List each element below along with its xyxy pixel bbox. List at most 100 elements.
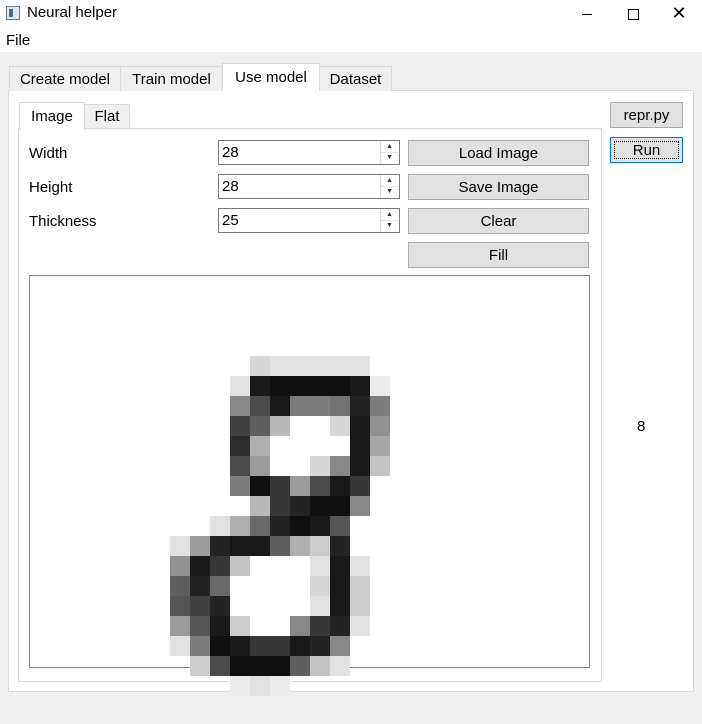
close-button[interactable]: ✕ bbox=[656, 0, 702, 28]
drawing-pixel bbox=[270, 416, 290, 436]
drawing-pixel bbox=[370, 436, 390, 456]
drawing-pixel bbox=[230, 676, 250, 696]
spin-down-icon[interactable]: ▼ bbox=[381, 186, 398, 197]
drawing-pixel bbox=[350, 456, 370, 476]
run-button[interactable]: Run bbox=[610, 137, 683, 163]
tab-create-model[interactable]: Create model bbox=[9, 66, 121, 91]
width-spin-arrows: ▲ ▼ bbox=[380, 141, 399, 164]
drawing-pixel bbox=[170, 616, 190, 636]
drawing-pixel bbox=[310, 616, 330, 636]
drawing-canvas[interactable] bbox=[29, 275, 590, 696]
width-label: Width bbox=[29, 145, 68, 162]
drawing-pixel bbox=[270, 516, 290, 536]
drawing-pixel bbox=[230, 516, 250, 536]
drawing-pixel bbox=[190, 576, 210, 596]
drawing-pixel bbox=[310, 496, 330, 516]
drawing-pixel bbox=[330, 556, 350, 576]
drawing-pixel bbox=[310, 636, 330, 656]
save-image-button[interactable]: Save Image bbox=[408, 174, 589, 200]
minimize-button[interactable] bbox=[564, 0, 610, 28]
drawing-pixel bbox=[250, 636, 270, 656]
app-icon bbox=[6, 6, 20, 20]
drawing-pixel bbox=[270, 636, 290, 656]
menu-file[interactable]: File bbox=[6, 32, 30, 49]
drawing-pixel bbox=[270, 356, 290, 376]
drawing-pixel bbox=[250, 476, 270, 496]
drawing-pixel bbox=[230, 416, 250, 436]
spin-down-icon[interactable]: ▼ bbox=[381, 220, 398, 231]
drawing-pixel bbox=[230, 396, 250, 416]
thickness-spin-arrows: ▲ ▼ bbox=[380, 209, 399, 232]
subtab-image[interactable]: Image bbox=[19, 102, 85, 130]
drawing-pixel bbox=[330, 536, 350, 556]
drawing-pixel bbox=[190, 616, 210, 636]
drawing-pixel bbox=[330, 376, 350, 396]
clear-button[interactable]: Clear bbox=[408, 208, 589, 234]
drawing-pixel bbox=[210, 556, 230, 576]
drawing-pixel bbox=[250, 516, 270, 536]
drawing-pixel bbox=[190, 636, 210, 656]
drawing-pixel bbox=[330, 656, 350, 676]
drawing-pixel bbox=[210, 656, 230, 676]
drawing-pixel bbox=[310, 356, 330, 376]
drawing-pixel bbox=[250, 656, 270, 676]
repr-py-button[interactable]: repr.py bbox=[610, 102, 683, 128]
drawing-pixel bbox=[210, 516, 230, 536]
drawing-pixel bbox=[350, 616, 370, 636]
maximize-button[interactable] bbox=[610, 0, 656, 28]
width-spinbox[interactable]: 28 ▲ ▼ bbox=[218, 140, 400, 165]
drawing-pixel bbox=[330, 616, 350, 636]
drawing-pixel bbox=[370, 376, 390, 396]
drawing-pixel bbox=[330, 636, 350, 656]
height-spin-arrows: ▲ ▼ bbox=[380, 175, 399, 198]
subtab-flat[interactable]: Flat bbox=[84, 104, 130, 128]
load-image-button[interactable]: Load Image bbox=[408, 140, 589, 166]
drawing-pixel bbox=[190, 656, 210, 676]
drawing-pixel bbox=[330, 356, 350, 376]
drawing-pixel bbox=[230, 376, 250, 396]
drawing-pixel bbox=[310, 656, 330, 676]
drawing-pixel bbox=[370, 416, 390, 436]
drawing-pixel bbox=[330, 516, 350, 536]
tab-dataset[interactable]: Dataset bbox=[319, 66, 392, 91]
drawing-pixel bbox=[250, 536, 270, 556]
drawing-pixel bbox=[270, 656, 290, 676]
drawing-pixel bbox=[170, 576, 190, 596]
drawing-pixel bbox=[210, 596, 230, 616]
drawing-pixel bbox=[290, 636, 310, 656]
drawing-pixel bbox=[250, 436, 270, 456]
drawing-pixel bbox=[290, 376, 310, 396]
drawing-pixel bbox=[330, 416, 350, 436]
drawing-pixel bbox=[230, 616, 250, 636]
drawing-pixel bbox=[230, 656, 250, 676]
drawing-pixel bbox=[210, 636, 230, 656]
drawing-pixel bbox=[330, 396, 350, 416]
drawing-pixel bbox=[310, 376, 330, 396]
thickness-spinbox[interactable]: 25 ▲ ▼ bbox=[218, 208, 400, 233]
drawing-pixel bbox=[170, 556, 190, 576]
drawing-pixel bbox=[310, 596, 330, 616]
drawing-pixel bbox=[270, 676, 290, 696]
drawing-pixel bbox=[250, 356, 270, 376]
spin-down-icon[interactable]: ▼ bbox=[381, 152, 398, 163]
drawing-pixel bbox=[230, 556, 250, 576]
drawing-pixel bbox=[350, 396, 370, 416]
drawing-pixel bbox=[290, 476, 310, 496]
drawing-pixel bbox=[370, 456, 390, 476]
drawing-pixel bbox=[350, 576, 370, 596]
tab-use-model[interactable]: Use model bbox=[222, 63, 320, 91]
drawing-pixel bbox=[290, 496, 310, 516]
drawing-pixel bbox=[230, 536, 250, 556]
drawing-pixel bbox=[270, 496, 290, 516]
drawing-pixel bbox=[330, 476, 350, 496]
prediction-output: 8 bbox=[637, 418, 646, 435]
width-value: 28 bbox=[222, 144, 239, 161]
height-spinbox[interactable]: 28 ▲ ▼ bbox=[218, 174, 400, 199]
thickness-label: Thickness bbox=[29, 213, 97, 230]
drawing-pixel bbox=[310, 556, 330, 576]
tab-train-model[interactable]: Train model bbox=[120, 66, 223, 91]
thickness-value: 25 bbox=[222, 212, 239, 229]
drawing-pixel bbox=[270, 536, 290, 556]
drawing-pixel bbox=[310, 456, 330, 476]
fill-button[interactable]: Fill bbox=[408, 242, 589, 268]
